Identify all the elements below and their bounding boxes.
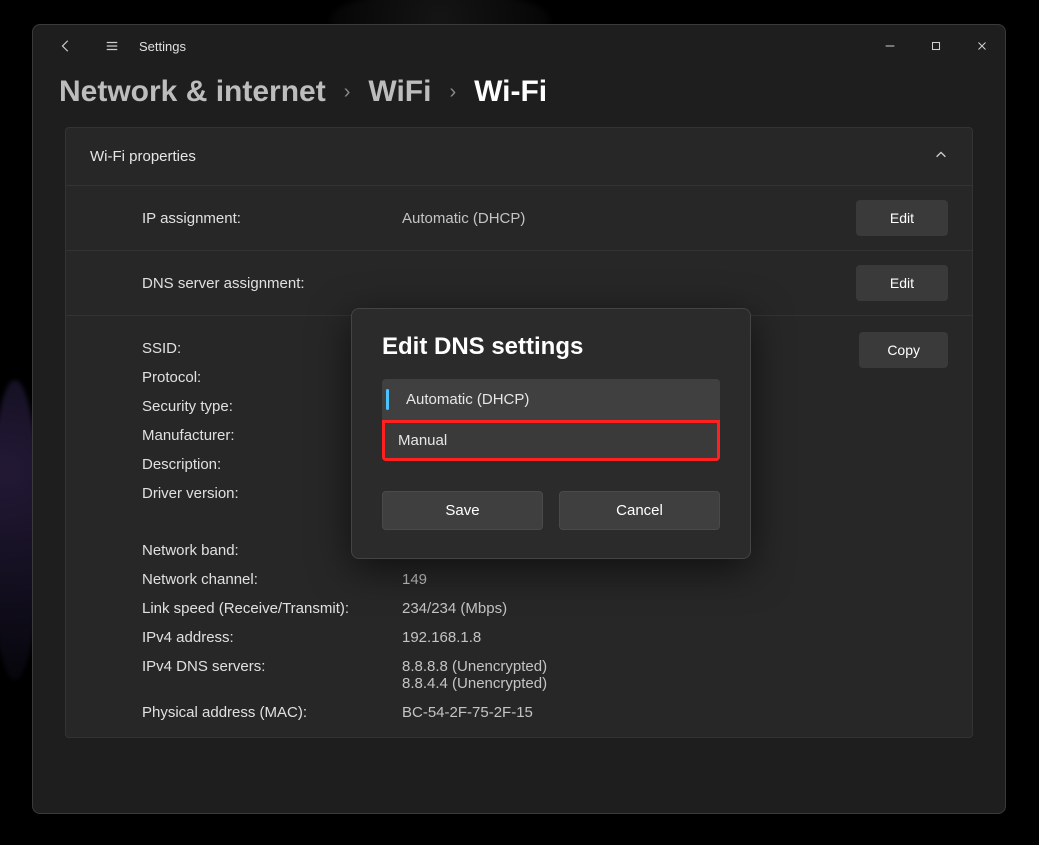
- titlebar: Settings: [33, 25, 1005, 67]
- option-automatic[interactable]: Automatic (DHCP): [382, 379, 720, 420]
- dns-mode-select[interactable]: Automatic (DHCP) Manual: [382, 379, 720, 461]
- dns-assignment-label: DNS server assignment:: [142, 275, 402, 292]
- ip-assignment-row: IP assignment: Automatic (DHCP) Edit: [66, 185, 972, 250]
- save-button[interactable]: Save: [382, 491, 543, 530]
- option-manual[interactable]: Manual: [382, 420, 720, 461]
- breadcrumb: Network & internet › WiFi › Wi-Fi: [33, 67, 1005, 127]
- minimize-button[interactable]: [867, 25, 913, 67]
- cancel-button[interactable]: Cancel: [559, 491, 720, 530]
- link-label: Link speed (Receive/Transmit):: [142, 600, 402, 617]
- dns-assignment-row: DNS server assignment: Edit: [66, 250, 972, 315]
- copy-button[interactable]: Copy: [859, 332, 948, 368]
- mac-value: BC-54-2F-75-2F-15: [402, 704, 948, 721]
- channel-label: Network channel:: [142, 571, 402, 588]
- breadcrumb-current: Wi-Fi: [474, 75, 547, 109]
- ip-assignment-value: Automatic (DHCP): [402, 210, 856, 227]
- ipv4-value: 192.168.1.8: [402, 629, 948, 646]
- dialog-title: Edit DNS settings: [382, 333, 720, 361]
- hamburger-icon[interactable]: [89, 25, 135, 67]
- edit-ip-button[interactable]: Edit: [856, 200, 948, 236]
- ip-assignment-label: IP assignment:: [142, 210, 402, 227]
- chevron-up-icon: [934, 148, 948, 165]
- dns-server-2: 8.8.4.4 (Unencrypted): [402, 675, 948, 692]
- breadcrumb-wifi[interactable]: WiFi: [368, 75, 431, 109]
- link-value: 234/234 (Mbps): [402, 600, 948, 617]
- close-button[interactable]: [959, 25, 1005, 67]
- mac-label: Physical address (MAC):: [142, 704, 402, 721]
- breadcrumb-network[interactable]: Network & internet: [59, 75, 326, 109]
- ipv4-label: IPv4 address:: [142, 629, 402, 646]
- back-button[interactable]: [43, 25, 89, 67]
- edit-dns-dialog: Edit DNS settings Automatic (DHCP) Manua…: [351, 308, 751, 559]
- panel-title: Wi-Fi properties: [90, 148, 196, 165]
- window-title: Settings: [139, 39, 186, 54]
- channel-value: 149: [402, 571, 948, 588]
- edit-dns-button[interactable]: Edit: [856, 265, 948, 301]
- chevron-right-icon: ›: [344, 81, 351, 104]
- maximize-button[interactable]: [913, 25, 959, 67]
- chevron-right-icon: ›: [449, 81, 456, 104]
- settings-window: Settings Network & internet › WiFi › Wi-…: [32, 24, 1006, 814]
- panel-header[interactable]: Wi-Fi properties: [66, 128, 972, 185]
- dns-server-1: 8.8.8.8 (Unencrypted): [402, 658, 948, 675]
- dns-servers-label: IPv4 DNS servers:: [142, 658, 402, 692]
